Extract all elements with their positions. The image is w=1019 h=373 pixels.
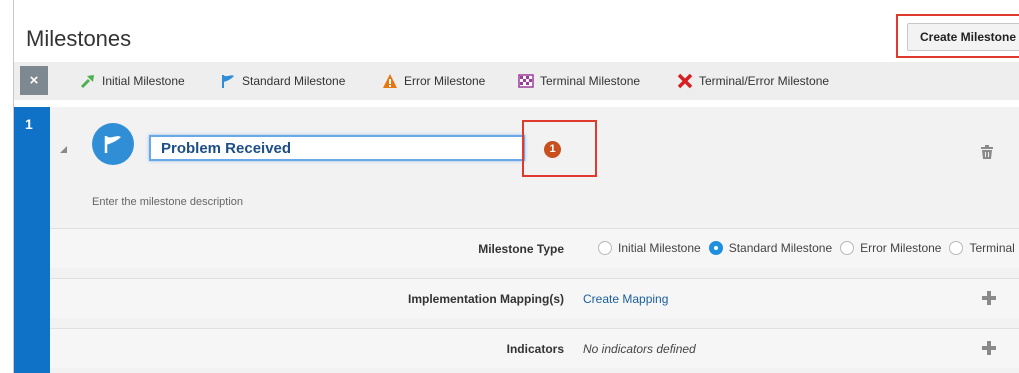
legend-label: Error Milestone: [404, 74, 486, 88]
page-header: Milestones Create Milestone: [14, 12, 1019, 62]
milestone-name-input[interactable]: [149, 135, 525, 161]
create-milestone-button[interactable]: Create Milestone: [907, 23, 1019, 51]
radio-error-milestone[interactable]: Error Milestone: [840, 241, 941, 255]
legend-label: Terminal/Error Milestone: [699, 74, 830, 88]
radio-label: Standard Milestone: [728, 241, 833, 255]
milestone-number-bar: 1: [14, 107, 50, 373]
radio-standard-milestone[interactable]: Standard Milestone: [708, 241, 833, 255]
terminal-error-milestone-icon: [677, 73, 693, 89]
legend-label: Initial Milestone: [102, 74, 185, 88]
legend-label: Terminal Milestone: [540, 74, 641, 88]
indicators-label: Indicators: [506, 342, 564, 356]
radio-label: Initial Milestone: [618, 241, 701, 255]
add-indicator-plus-icon[interactable]: [982, 341, 996, 355]
radio-button[interactable]: [949, 241, 964, 255]
legend-terminal-error-milestone: Terminal/Error Milestone: [677, 72, 829, 90]
add-mapping-plus-icon[interactable]: [982, 291, 996, 305]
close-icon[interactable]: ×: [20, 66, 48, 95]
indicators-row: Indicators No indicators defined: [50, 328, 1019, 368]
milestone-type-label: Milestone Type: [478, 242, 564, 256]
legend-initial-milestone: Initial Milestone: [80, 72, 185, 90]
create-milestone-highlight: Create Milestone: [896, 14, 1019, 58]
milestone-card: 1 1 Enter the milestone description Mile…: [14, 107, 1019, 373]
page-title: Milestones: [26, 26, 132, 51]
legend-error-milestone: Error Milestone: [382, 72, 485, 90]
badge-highlight: 1: [522, 120, 597, 177]
legend-terminal-milestone: Terminal Milestone: [518, 72, 640, 90]
radio-label: Error Milestone: [860, 241, 942, 255]
radio-initial-milestone[interactable]: Initial Milestone: [598, 241, 701, 255]
create-mapping-link[interactable]: Create Mapping: [583, 292, 668, 306]
radio-button[interactable]: [598, 241, 612, 255]
milestone-type-radio-group: Initial Milestone Standard Milestone Err…: [598, 241, 1019, 255]
terminal-milestone-icon: [518, 73, 534, 89]
radio-label: Terminal M: [969, 241, 1019, 255]
error-milestone-icon: [382, 73, 398, 89]
trash-icon[interactable]: [980, 144, 994, 160]
implementation-mapping-row: Implementation Mapping(s) Create Mapping: [50, 278, 1019, 318]
milestone-legend-toolbar: × Initial Milestone Standard Milestone E…: [14, 62, 1019, 100]
standard-milestone-icon: [220, 73, 236, 89]
standard-milestone-icon: [92, 123, 134, 165]
milestone-number: 1: [25, 116, 33, 132]
initial-milestone-icon: [80, 73, 96, 89]
milestone-description-field[interactable]: Enter the milestone description: [92, 196, 243, 208]
milestone-type-row: Milestone Type Initial Milestone Standar…: [50, 228, 1019, 268]
collapse-icon[interactable]: [60, 146, 67, 153]
radio-button[interactable]: [840, 241, 855, 255]
legend-label: Standard Milestone: [242, 74, 346, 88]
implementation-mapping-label: Implementation Mapping(s): [408, 292, 564, 306]
legend-standard-milestone: Standard Milestone: [220, 72, 345, 90]
radio-terminal-milestone[interactable]: Terminal M: [949, 241, 1019, 255]
indicators-value: No indicators defined: [583, 342, 696, 356]
validation-count-badge[interactable]: 1: [544, 141, 561, 158]
radio-button-selected[interactable]: [708, 241, 723, 255]
